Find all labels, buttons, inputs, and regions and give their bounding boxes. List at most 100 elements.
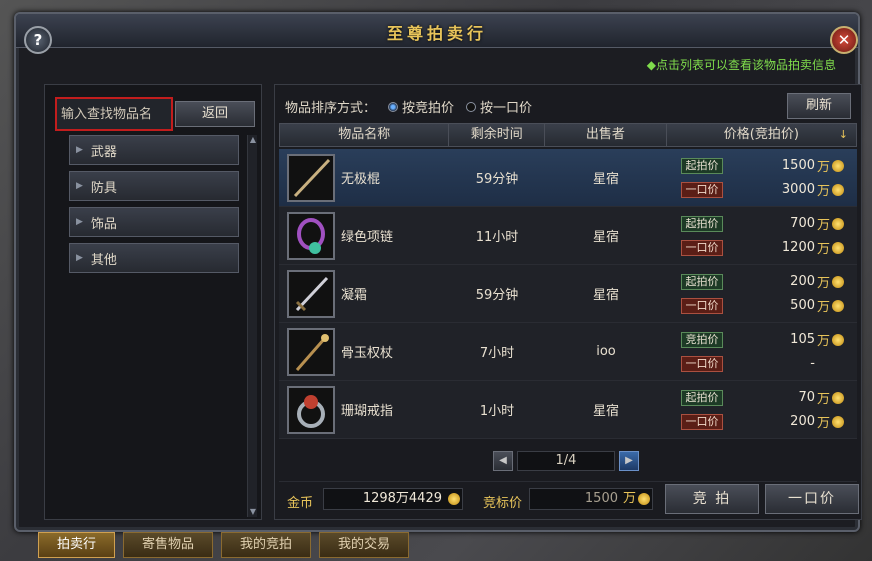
action-bar: 金币 1298万4429 竞标价 1500 万 竞 拍 一口价 [279,481,859,515]
chevron-right-icon: ▶ [76,217,83,227]
tab-my-bids[interactable]: 我的竞拍 [221,532,312,558]
listing-rows: 无极棍 59分钟 星宿 起拍价 1500 万 一口价 3000 万 绿色项链 11小时 … [279,149,857,439]
item-seller: ioo [596,344,616,359]
tab-consign[interactable]: 寄售物品 [123,532,214,558]
sort-bid-label[interactable]: 按竞拍价 [402,97,454,116]
start-price-tag: 起拍价 [681,157,723,174]
category-armor[interactable]: ▶ 防具 [69,171,239,201]
chevron-right-icon: ▶ [76,145,83,155]
item-prices: 起拍价 700 万 一口价 1200 万 [667,212,857,260]
table-row[interactable]: 珊瑚戒指 1小时 星宿 起拍价 70 万 一口价 200 万 [279,381,857,439]
back-button[interactable]: 返回 [175,101,255,127]
header-price[interactable]: 价格(竞拍价) ↓ [667,124,856,146]
category-jewelry[interactable]: ▶ 饰品 [69,207,239,237]
table-row[interactable]: 绿色项链 11小时 星宿 起拍价 700 万 一口价 1200 万 [279,207,857,265]
next-page-icon[interactable]: ▶ [619,451,639,471]
table-row[interactable]: 无极棍 59分钟 星宿 起拍价 1500 万 一口价 3000 万 [279,149,857,207]
header-time[interactable]: 剩余时间 [449,124,546,146]
prev-page-icon[interactable]: ◀ [493,451,513,471]
buyout-price-tag: 一口价 [681,355,723,372]
gold-coin-icon [832,275,845,288]
tab-my-trades[interactable]: 我的交易 [319,532,410,558]
window-title: 至尊拍卖行 [386,24,487,43]
search-input[interactable] [57,99,171,129]
table-row[interactable]: 骨玉权杖 7小时 ioo 竞拍价 105 万 一口价 - [279,323,857,381]
necklace-icon [287,211,335,260]
gold-coin-icon [832,159,845,172]
header-name[interactable]: 物品名称 [280,124,450,146]
category-label: 防具 [90,180,117,196]
start-price: 700 [790,216,815,231]
unit-label: 万 [817,218,831,233]
unit-label: 万 [817,184,831,199]
diamond-icon: ◆ [646,58,656,72]
gold-coin-icon [832,391,845,404]
hint-text: ◆点击列表可以查看该物品拍卖信息 [647,56,836,73]
buyout-button[interactable]: 一口价 [765,484,859,514]
unit-label: 万 [817,392,831,407]
sort-buyout-label[interactable]: 按一口价 [480,97,532,116]
search-box[interactable] [55,97,173,131]
item-prices: 起拍价 1500 万 一口价 3000 万 [667,154,857,202]
bottom-tabs: 拍卖行 寄售物品 我的竞拍 我的交易 [38,532,417,558]
radio-sort-bid[interactable] [388,101,399,112]
refresh-button[interactable]: 刷新 [787,93,851,119]
scepter-icon [287,327,335,376]
buyout-price-tag: 一口价 [681,239,723,256]
sort-arrow-icon[interactable]: ↓ [839,124,848,146]
item-seller: 星宿 [592,288,619,303]
tab-auction[interactable]: 拍卖行 [38,532,116,558]
item-prices: 起拍价 70 万 一口价 200 万 [667,386,857,434]
title-bar: 至尊拍卖行 [16,14,858,48]
item-name: 绿色项链 [341,230,394,245]
item-time: 59分钟 [475,172,519,187]
category-other[interactable]: ▶ 其他 [69,243,239,273]
category-panel: 返回 ▶ 武器 ▶ 防具 ▶ 饰品 ▶ 其他 ▲ ▼ [44,84,262,520]
gold-coin-icon [448,493,460,505]
category-label: 武器 [90,144,117,160]
item-time: 7小时 [479,346,515,361]
category-weapon[interactable]: ▶ 武器 [69,135,239,165]
start-price-tag: 起拍价 [681,273,723,290]
page-indicator: 1/4 [517,451,615,471]
buyout-price: 200 [790,414,815,429]
unit-label: 万 [622,491,636,506]
item-prices: 起拍价 200 万 一口价 500 万 [667,270,857,318]
help-icon[interactable]: ? [24,26,52,54]
close-icon[interactable]: ✕ [830,26,858,54]
header-seller[interactable]: 出售者 [545,124,667,146]
scroll-down-icon[interactable]: ▼ [248,507,258,517]
bid-value[interactable]: 1500 [585,491,618,506]
start-price: 200 [790,274,815,289]
scroll-up-icon[interactable]: ▲ [248,135,258,145]
gold-display: 1298万4429 [323,488,463,510]
gold-coin-icon [832,415,845,428]
buyout-price: 500 [790,298,815,313]
bid-label: 竞标价 [483,496,523,511]
start-price-tag: 起拍价 [681,215,723,232]
table-row[interactable]: 凝霜 59分钟 星宿 起拍价 200 万 一口价 500 万 [279,265,857,323]
category-scrollbar[interactable]: ▲ ▼ [247,135,257,517]
item-seller: 星宿 [592,230,619,245]
buyout-price-tag: 一口价 [681,297,723,314]
bid-price: 105 [790,332,815,347]
gold-coin-icon [832,333,845,346]
start-price: 70 [798,390,815,405]
ring-icon [287,385,335,434]
buyout-price: 1200 [781,240,815,255]
item-time: 59分钟 [475,288,519,303]
unit-label: 万 [817,242,831,257]
gold-coin-icon [832,183,845,196]
bid-button[interactable]: 竞 拍 [665,484,759,514]
gold-value: 1298万4429 [362,491,442,506]
chevron-right-icon: ▶ [76,181,83,191]
unit-label: 万 [817,300,831,315]
hint-label: 点击列表可以查看该物品拍卖信息 [655,58,836,72]
radio-sort-buyout[interactable] [466,101,477,112]
buyout-price-tag: 一口价 [681,181,723,198]
item-name: 凝霜 [341,288,368,303]
gold-coin-icon [832,299,845,312]
sort-options: 物品排序方式： 按竞拍价 按一口价 [285,97,532,116]
category-list: ▶ 武器 ▶ 防具 ▶ 饰品 ▶ 其他 [69,135,239,279]
bid-input[interactable]: 1500 万 [529,488,653,510]
